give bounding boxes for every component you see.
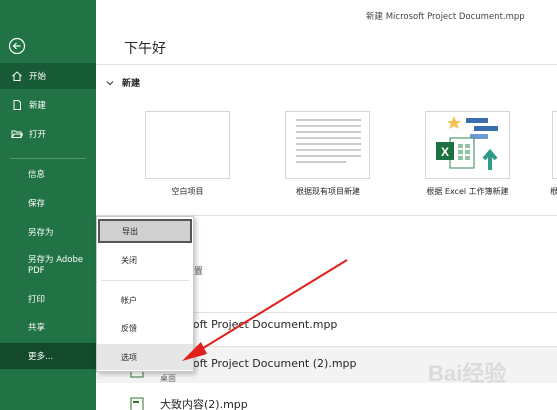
annotation-arrow-icon: [182, 259, 348, 361]
baidu-watermark: Bai经验: [428, 355, 553, 391]
svg-text:Bai经验: Bai经验: [428, 361, 506, 386]
